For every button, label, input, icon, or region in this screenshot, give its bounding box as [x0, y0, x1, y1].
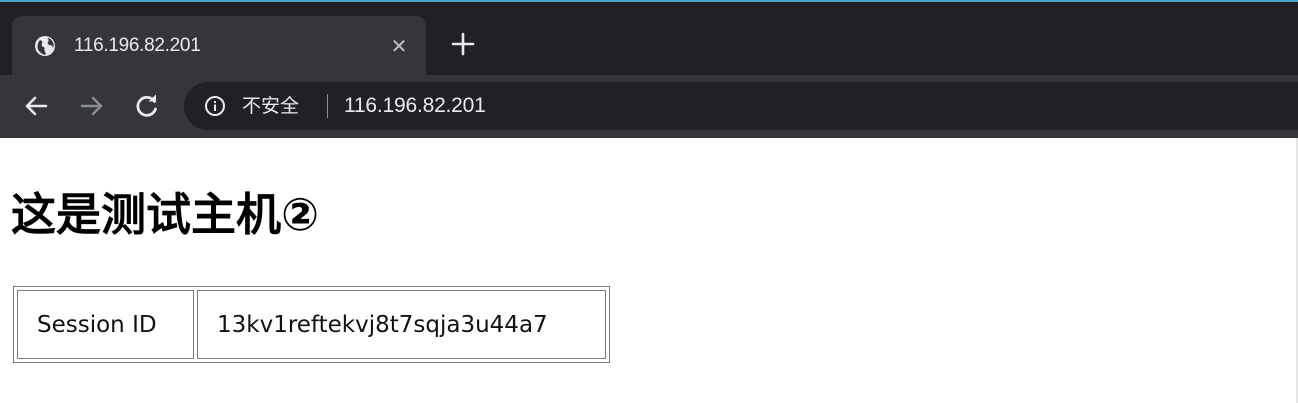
table-row: Session ID 13kv1reftekvj8t7sqja3u44a7 [17, 290, 606, 359]
address-divider [327, 94, 328, 118]
toolbar: 不安全 116.196.82.201 [0, 75, 1298, 138]
address-url[interactable]: 116.196.82.201 [344, 92, 486, 120]
tab-strip: 116.196.82.201 ✕ [0, 2, 1298, 75]
close-icon[interactable]: ✕ [386, 33, 412, 59]
page-title: 这是测试主机② [11, 188, 320, 241]
plus-icon[interactable] [449, 30, 477, 58]
session-table: Session ID 13kv1reftekvj8t7sqja3u44a7 [13, 286, 610, 363]
globe-icon [34, 35, 56, 57]
reload-icon[interactable] [132, 91, 162, 121]
tab-active[interactable]: 116.196.82.201 ✕ [12, 16, 426, 75]
tab-title: 116.196.82.201 [74, 35, 201, 56]
security-status-label[interactable]: 不安全 [242, 92, 299, 120]
arrow-left-icon[interactable] [21, 91, 51, 121]
address-bar[interactable]: 不安全 116.196.82.201 [184, 82, 1298, 130]
browser-window: 116.196.82.201 ✕ 不安全 116.196.82.201 这是测试… [0, 0, 1298, 403]
session-id-label: Session ID [17, 290, 194, 359]
info-icon[interactable] [204, 95, 226, 117]
session-id-value: 13kv1reftekvj8t7sqja3u44a7 [197, 290, 606, 359]
page-content: 这是测试主机② Session ID 13kv1reftekvj8t7sqja3… [0, 138, 1298, 403]
arrow-right-icon[interactable] [77, 91, 107, 121]
